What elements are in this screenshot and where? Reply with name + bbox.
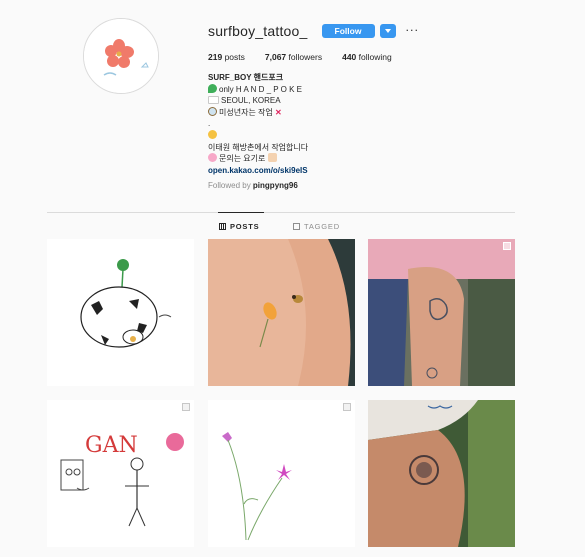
following-count: 440 [342, 52, 357, 62]
smiley-icon [208, 129, 217, 139]
pointing-hand-icon [267, 153, 277, 163]
following-label: following [358, 52, 392, 62]
followers-count: 7,067 [264, 52, 287, 62]
post-thumbnail[interactable] [47, 239, 194, 386]
bio-name: SURF_BOY 핸드포크 [208, 73, 284, 82]
profile-avatar[interactable] [83, 18, 159, 94]
tab-tagged-label: TAGGED [304, 222, 340, 231]
bio-line: 이태원 해방촌에서 작업합니다 [208, 142, 309, 152]
followers-label: followers [288, 52, 323, 62]
username: surfboy_tattoo_ [208, 23, 308, 39]
post-thumbnail[interactable] [208, 400, 355, 547]
suggested-dropdown-button[interactable] [379, 24, 396, 38]
bio-line-text: SEOUL, KOREA [221, 96, 281, 106]
post-image-gang-drawing: GAN [47, 400, 194, 547]
cross-mark-icon: ✕ [274, 107, 282, 117]
avatar-flower-drawing [84, 19, 158, 93]
profile-header: surfboy_tattoo_ Follow ··· 219 posts 7,0… [208, 22, 568, 192]
post-thumbnail[interactable] [208, 239, 355, 386]
post-image-leg-tattoo [368, 239, 515, 386]
tag-icon [293, 223, 300, 230]
grid-icon [219, 223, 226, 230]
followers-stat[interactable]: 7,067 followers [265, 52, 322, 62]
post-image-shoulder-tattoo [368, 400, 515, 547]
tabs-divider [47, 212, 515, 213]
post-image-cow-drawing [47, 239, 194, 386]
active-tab-indicator [218, 212, 264, 213]
multiple-photos-icon [343, 403, 351, 411]
more-options-icon[interactable]: ··· [406, 24, 420, 38]
posts-count: 219 [208, 52, 223, 62]
bio-line-text: 미성년자는 작업 [219, 107, 273, 117]
followed-by: Followed by pingpyng96 [208, 180, 568, 192]
following-stat[interactable]: 440 following [342, 52, 392, 62]
bio-line: . [208, 119, 211, 129]
posts-label: posts [224, 52, 245, 62]
follow-button[interactable]: Follow [321, 24, 375, 38]
bio-line: SEOUL, KOREA [208, 95, 568, 107]
magnifier-icon [208, 106, 217, 116]
tab-tagged[interactable]: TAGGED [293, 222, 340, 231]
profile-title-row: surfboy_tattoo_ Follow ··· [208, 22, 568, 40]
bio-line-text: 문의는 요기로 [219, 154, 266, 164]
green-heart-icon [208, 83, 217, 93]
multiple-photos-icon [182, 403, 190, 411]
bio-link[interactable]: open.kakao.com/o/ski9eIS [208, 165, 568, 177]
post-thumbnail[interactable] [368, 400, 515, 547]
post-image-flowers-drawing [208, 400, 355, 547]
svg-text:GAN: GAN [85, 433, 138, 458]
profile-stats: 219 posts 7,067 followers 440 following [208, 52, 568, 62]
post-thumbnail[interactable] [368, 239, 515, 386]
tab-posts[interactable]: POSTS [219, 222, 259, 231]
bio-line-text: only H A N D _ P O K E [219, 84, 302, 94]
bio-line: 미성년자는 작업 ✕ [208, 106, 568, 119]
tab-posts-label: POSTS [230, 222, 260, 231]
cherry-blossom-icon [208, 153, 217, 163]
followed-by-prefix: Followed by [208, 181, 251, 191]
posts-stat: 219 posts [208, 52, 245, 62]
post-thumbnail[interactable]: GAN [47, 400, 194, 547]
profile-bio: SURF_BOY 핸드포크 only H A N D _ P O K E SEO… [208, 72, 568, 192]
bio-line: only H A N D _ P O K E [208, 83, 568, 96]
followed-by-user[interactable]: pingpyng96 [253, 181, 298, 190]
post-image-arm-tattoo [208, 239, 355, 386]
bio-line: 문의는 요기로 [208, 153, 568, 165]
bio-line [208, 129, 568, 142]
korea-flag-icon [208, 96, 219, 105]
multiple-photos-icon [503, 242, 511, 250]
